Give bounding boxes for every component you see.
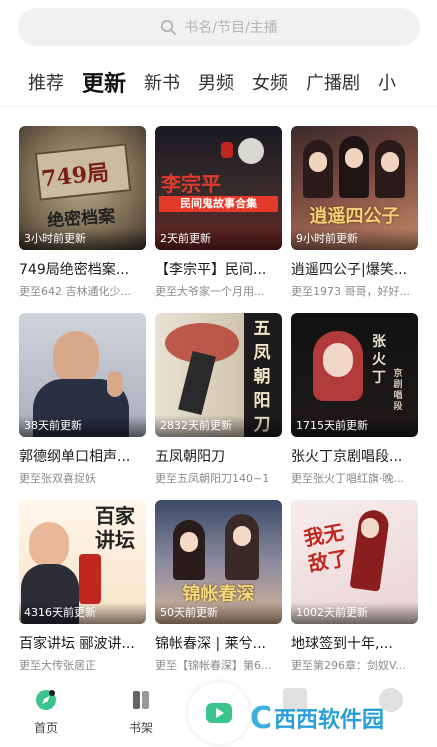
book-latest-chapter: 更至642 吉林通化少...	[19, 285, 131, 298]
book-title: 张火丁京剧唱段...	[291, 449, 403, 465]
tab-new-books[interactable]: 新书	[135, 69, 189, 95]
book-latest-chapter: 更至1973 哥哥，好好...	[291, 285, 410, 298]
book-grid: 749局 绝密档案 3小时前更新 749局绝密档案... 更至642 吉林通化少…	[19, 126, 419, 687]
play-disc-icon	[206, 703, 232, 723]
book-latest-chapter: 更至第296章：剑奴V...	[291, 659, 406, 672]
book-latest-chapter: 更至大传张居正	[19, 659, 96, 672]
tab-divider	[0, 106, 437, 107]
site-watermark: C 西西软件园	[250, 698, 384, 738]
book-card[interactable]: 逍遥四公子 9小时前更新 逍遥四公子|爆笑... 更至1973 哥哥，好好...	[291, 126, 418, 313]
update-time: 2832天前更新	[155, 415, 282, 437]
book-latest-chapter: 更至【锦帐春深】第6...	[155, 659, 272, 672]
book-title: 锦帐春深 | 莱兮...	[155, 636, 266, 652]
book-title: 逍遥四公子|爆笑...	[291, 262, 408, 278]
book-title: 749局绝密档案...	[19, 262, 130, 278]
watermark-logo: C	[250, 700, 273, 736]
bookshelf-icon	[133, 691, 149, 709]
nav-home-label: 首页	[33, 721, 58, 735]
book-latest-chapter: 更至五凤朝阳刀140~1	[155, 472, 270, 485]
book-cover[interactable]: 五凤朝阳刀 2832天前更新	[155, 313, 282, 437]
watermark-text: 西西软件园	[274, 708, 385, 733]
book-cover[interactable]: 38天前更新	[19, 313, 146, 437]
book-title: 地球签到十年,...	[291, 636, 393, 652]
nav-shelf[interactable]: 书架	[116, 688, 166, 736]
book-card[interactable]: 百家讲坛 4316天前更新 百家讲坛 郦波讲... 更至大传张居正	[19, 500, 146, 687]
book-cover[interactable]: 749局 绝密档案 3小时前更新	[19, 126, 146, 250]
book-latest-chapter: 更至张双喜捉妖	[19, 472, 96, 485]
book-cover[interactable]: 我无敌了 1002天前更新	[291, 500, 418, 624]
book-card[interactable]: 749局 绝密档案 3小时前更新 749局绝密档案... 更至642 吉林通化少…	[19, 126, 146, 313]
book-title: 郭德纲单口相声...	[19, 449, 131, 465]
book-latest-chapter: 更至大爷家一个月用...	[155, 285, 265, 298]
book-cover[interactable]: 逍遥四公子 9小时前更新	[291, 126, 418, 250]
book-card[interactable]: 张火丁 京剧唱段 1715天前更新 张火丁京剧唱段... 更至张火丁唱红旗·晚.…	[291, 313, 418, 500]
player-button[interactable]	[188, 682, 250, 744]
tab-more-truncated[interactable]: 小	[369, 69, 405, 95]
book-card[interactable]: 38天前更新 郭德纲单口相声... 更至张双喜捉妖	[19, 313, 146, 500]
search-icon	[161, 19, 177, 35]
book-cover[interactable]: 锦帐春深 50天前更新	[155, 500, 282, 624]
book-cover[interactable]: 百家讲坛 4316天前更新	[19, 500, 146, 624]
tab-male[interactable]: 男频	[189, 69, 243, 95]
tab-female[interactable]: 女频	[243, 69, 297, 95]
book-title: 五凤朝阳刀	[155, 449, 225, 465]
nav-shelf-label: 书架	[128, 721, 153, 735]
category-tabs: 推荐 更新 新书 男频 女频 广播剧 小	[0, 62, 437, 102]
update-time: 1715天前更新	[291, 415, 418, 437]
update-time: 38天前更新	[19, 415, 146, 437]
compass-icon	[36, 690, 56, 710]
update-time: 9小时前更新	[291, 228, 418, 250]
book-card[interactable]: 五凤朝阳刀 2832天前更新 五凤朝阳刀 更至五凤朝阳刀140~1	[155, 313, 282, 500]
update-time: 50天前更新	[155, 602, 282, 624]
book-cover[interactable]: 李宗平 民间鬼故事合集 2天前更新	[155, 126, 282, 250]
tab-recommend[interactable]: 推荐	[0, 69, 73, 95]
nav-home[interactable]: 首页	[21, 688, 71, 736]
search-placeholder: 书名/节目/主播	[184, 20, 278, 36]
book-latest-chapter: 更至张火丁唱红旗·晚...	[291, 472, 404, 485]
book-title: 百家讲坛 郦波讲...	[19, 636, 135, 652]
tab-updates[interactable]: 更新	[73, 66, 135, 98]
book-card[interactable]: 我无敌了 1002天前更新 地球签到十年,... 更至第296章：剑奴V...	[291, 500, 418, 687]
update-time: 1002天前更新	[291, 602, 418, 624]
update-time: 4316天前更新	[19, 602, 146, 624]
update-time: 3小时前更新	[19, 228, 146, 250]
book-card[interactable]: 李宗平 民间鬼故事合集 2天前更新 【李宗平】民间... 更至大爷家一个月用..…	[155, 126, 282, 313]
book-title: 【李宗平】民间...	[155, 262, 267, 278]
book-cover[interactable]: 张火丁 京剧唱段 1715天前更新	[291, 313, 418, 437]
book-card[interactable]: 锦帐春深 50天前更新 锦帐春深 | 莱兮... 更至【锦帐春深】第6...	[155, 500, 282, 687]
tab-radio-drama[interactable]: 广播剧	[297, 69, 369, 95]
search-bar[interactable]: 书名/节目/主播	[18, 8, 420, 46]
update-time: 2天前更新	[155, 228, 282, 250]
